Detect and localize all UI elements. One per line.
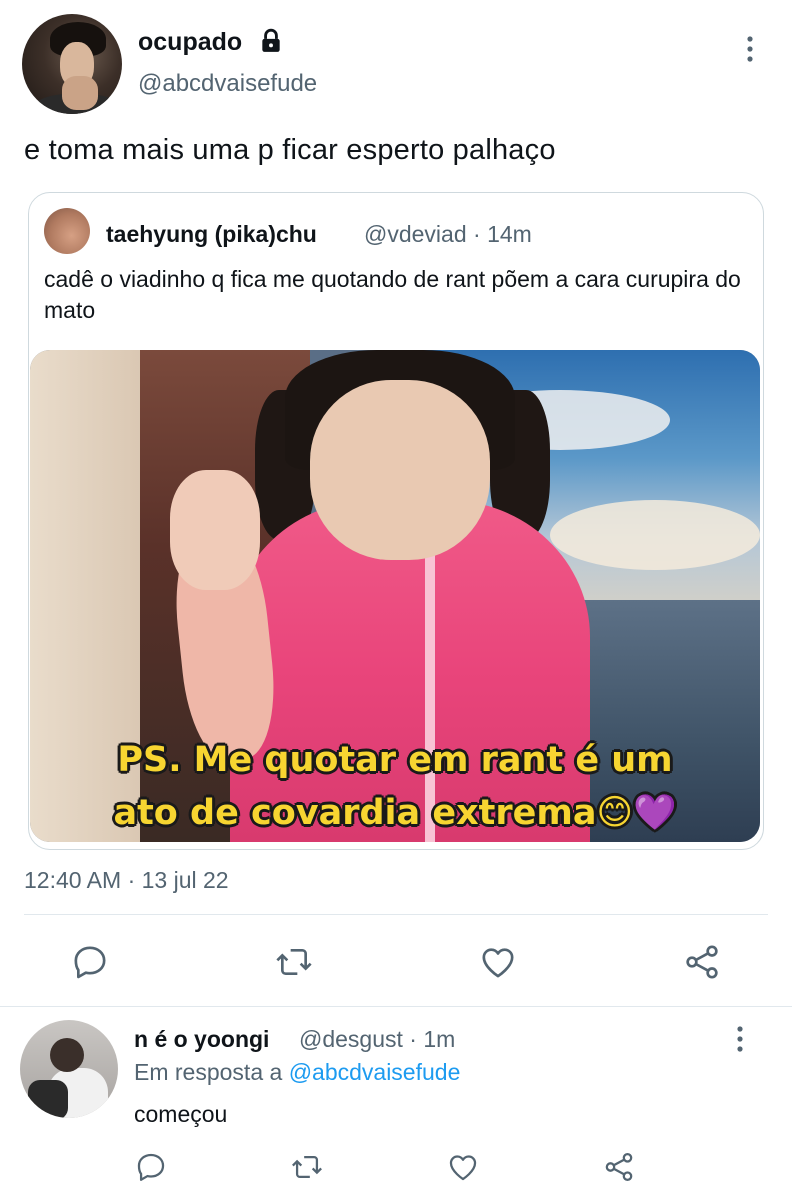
share-icon[interactable] — [682, 942, 722, 982]
share-icon[interactable] — [602, 1150, 636, 1184]
author-display-name[interactable]: ocupado — [138, 28, 242, 57]
quoted-author-name[interactable]: taehyung (pika)chu — [106, 221, 317, 248]
image-cloud — [550, 500, 760, 570]
reply-text: começou — [134, 1101, 228, 1127]
image-hand — [170, 470, 260, 590]
reply-author-meta: @desgust · 1m — [299, 1026, 456, 1052]
replying-to-mention[interactable]: @abcdvaisefude — [289, 1059, 461, 1085]
retweet-icon[interactable] — [274, 942, 314, 982]
more-options-icon[interactable] — [740, 34, 760, 64]
image-caption-line1: PS. Me quotar em rant é um — [117, 740, 673, 780]
tweet-text: e toma mais uma p ficar esperto palhaço — [24, 134, 556, 166]
tweet-timestamp[interactable]: 12:40 AM · 13 jul 22 — [24, 867, 229, 894]
quoted-tweet-image[interactable]: PS. Me quotar em rant é um ato de covard… — [30, 350, 760, 842]
image-caption-line2: ato de covardia extrema😊💜 — [113, 793, 677, 833]
retweet-icon[interactable] — [290, 1150, 324, 1184]
replying-prefix: Em resposta a — [134, 1059, 283, 1085]
reply-more-options-icon[interactable] — [730, 1024, 750, 1054]
like-icon[interactable] — [446, 1150, 480, 1184]
section-divider — [0, 1006, 792, 1007]
author-handle[interactable]: @abcdvaisefude — [138, 70, 317, 98]
replying-to-line: Em resposta a @abcdvaisefude — [134, 1059, 460, 1086]
reply-icon[interactable] — [134, 1150, 168, 1184]
reply-author-name[interactable]: n é o yoongi — [134, 1026, 269, 1053]
lock-icon — [258, 28, 284, 54]
author-avatar[interactable] — [22, 14, 122, 114]
avatar-hand — [62, 76, 98, 110]
quoted-tweet-text: cadê o viadinho q fica me quotando de ra… — [44, 266, 741, 323]
divider — [24, 914, 768, 915]
image-face — [310, 380, 490, 560]
avatar-head — [50, 1038, 84, 1072]
avatar-object — [28, 1080, 68, 1118]
reply-icon[interactable] — [70, 942, 110, 982]
quoted-author-meta: @vdeviad · 14m — [364, 221, 532, 247]
like-icon[interactable] — [478, 942, 518, 982]
reply-author-avatar[interactable] — [20, 1020, 118, 1118]
quoted-author-avatar[interactable] — [44, 208, 90, 254]
